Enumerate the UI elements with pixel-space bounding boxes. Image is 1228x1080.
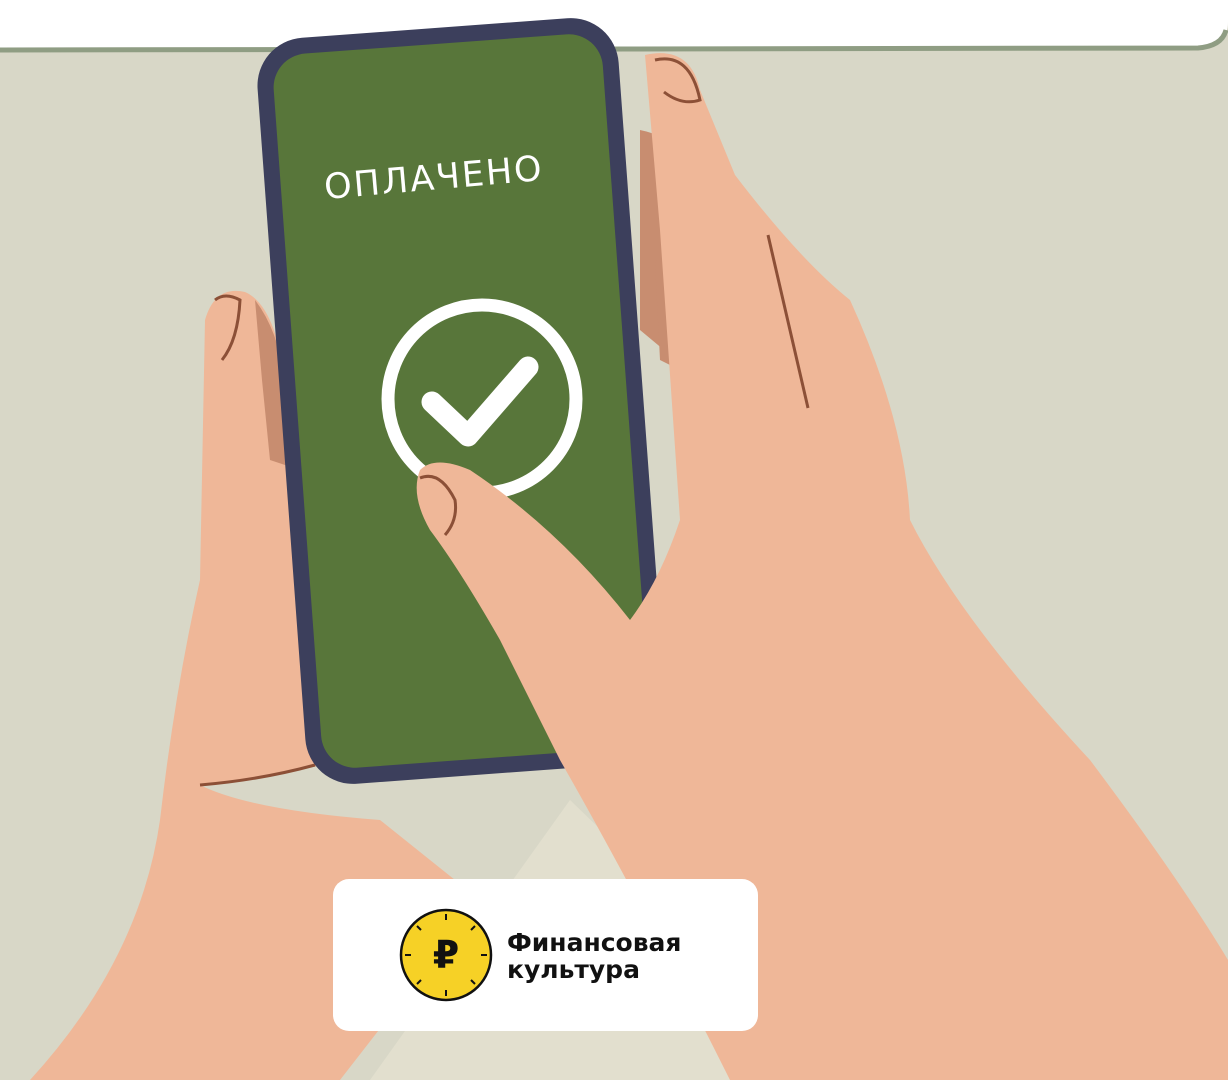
logo-card: ₽ Финансовая культура — [333, 879, 758, 1031]
ruble-coin-icon: ₽ — [399, 908, 493, 1002]
brand-name: Финансовая культура — [507, 929, 681, 983]
brand-line-1: Финансовая — [507, 928, 682, 957]
coin-symbol: ₽ — [433, 933, 459, 977]
brand-line-2: культура — [507, 955, 640, 984]
top-banner — [0, 0, 1228, 50]
